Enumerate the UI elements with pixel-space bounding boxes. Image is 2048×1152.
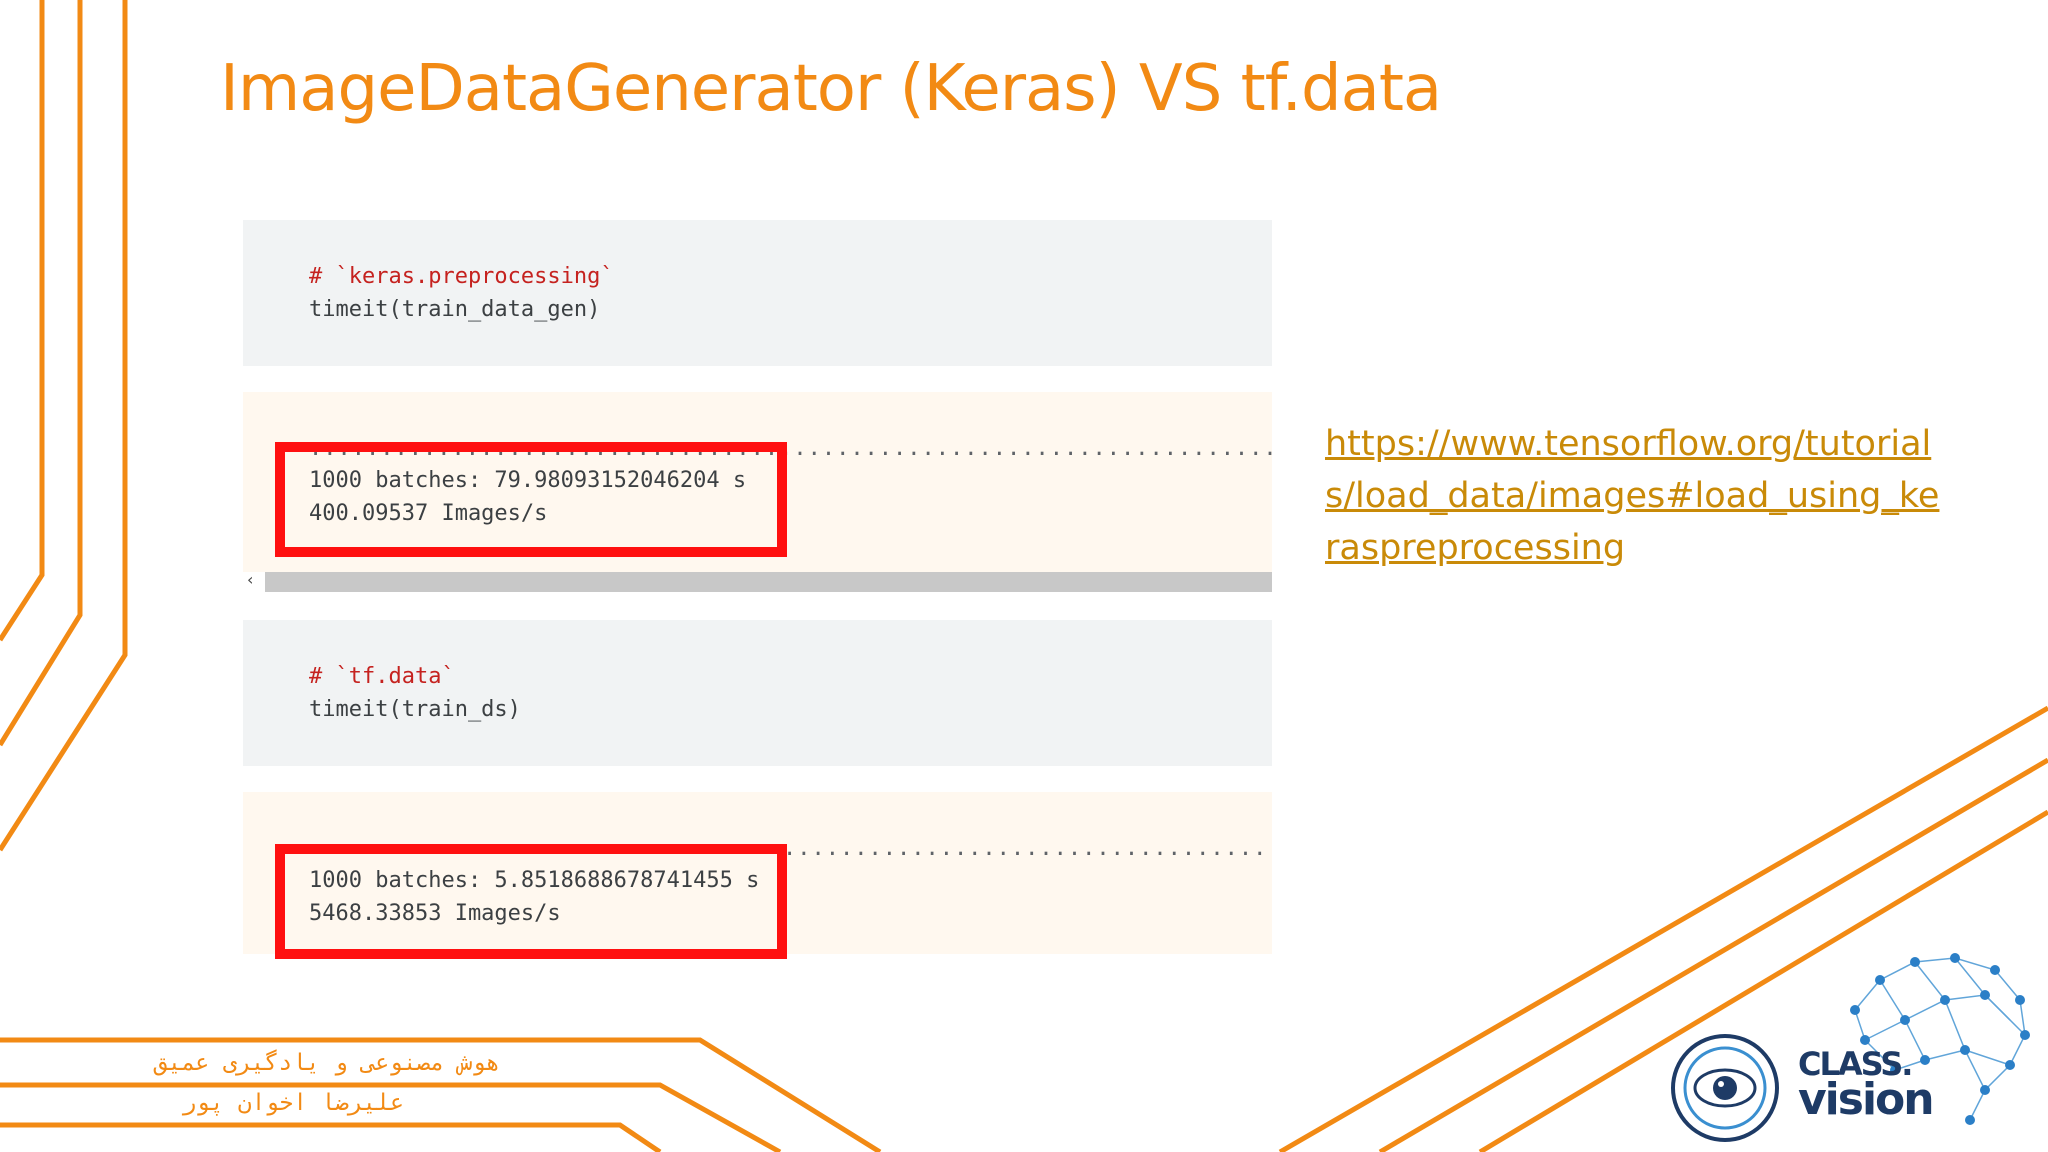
highlight-box-tfdata	[275, 844, 787, 959]
footer-course-title: هوش مصنوعی و یادگیری عمیق	[153, 1050, 500, 1076]
chevron-left-icon[interactable]: ‹	[247, 570, 253, 589]
code-line: timeit(train_data_gen)	[309, 297, 601, 322]
footer-author-name: علیرضا اخوان پور	[182, 1090, 404, 1116]
slide-title: ImageDataGenerator (Keras) VS tf.data	[220, 52, 1442, 126]
progress-dots: ........................................…	[783, 836, 1272, 861]
code-cell-input-tfdata[interactable]: # `tf.data` timeit(train_ds)	[243, 620, 1272, 766]
highlight-box-keras	[275, 442, 787, 557]
horizontal-scrollbar[interactable]: ‹	[243, 570, 1272, 592]
logo-brand-line-2: vision	[1798, 1074, 1935, 1125]
scrollbar-thumb[interactable]	[265, 572, 1272, 592]
logo-brand-text: CLASS. vision	[1798, 1046, 1935, 1125]
code-comment: # `tf.data`	[309, 664, 455, 689]
code-line: timeit(train_ds)	[309, 697, 521, 722]
code-comment: # `keras.preprocessing`	[309, 264, 614, 289]
code-cell-input-keras[interactable]: # `keras.preprocessing` timeit(train_dat…	[243, 220, 1272, 366]
tensorflow-tutorial-link[interactable]: https://www.tensorflow.org/tutorials/loa…	[1325, 418, 1945, 574]
eye-emblem-icon	[1671, 1034, 1779, 1142]
